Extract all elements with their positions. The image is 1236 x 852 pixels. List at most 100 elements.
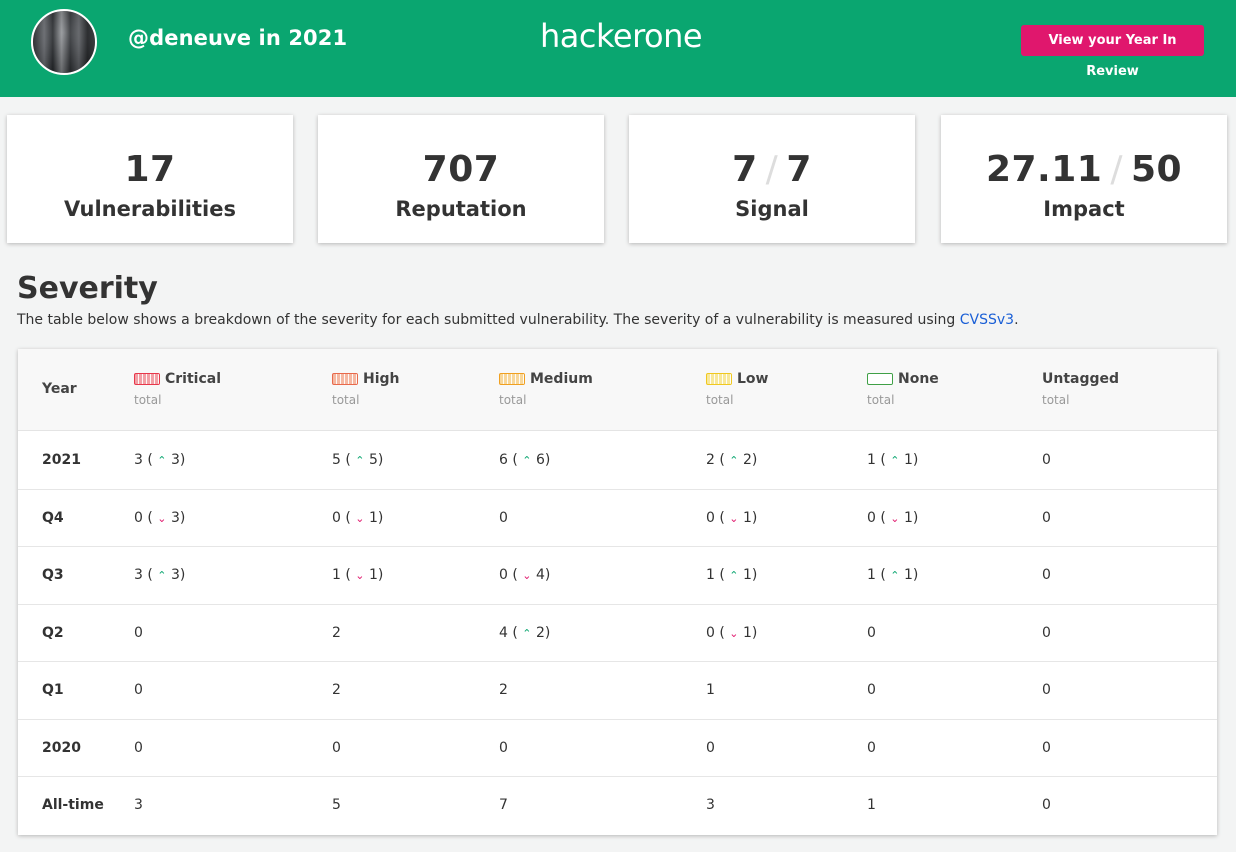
cvss-link[interactable]: CVSSv3 [960, 312, 1014, 328]
cell-value: 1 [332, 567, 341, 583]
trend-down-icon: ⌄ [729, 511, 739, 525]
column-header-label: None [898, 371, 939, 387]
table-cell: 0 [867, 662, 876, 719]
cell-value: 0 [706, 624, 715, 641]
trend-up-icon: ⌃ [890, 569, 900, 582]
table-cell: 0 [1042, 605, 1051, 662]
column-subheader: total [499, 393, 527, 407]
cell-value: 0 [499, 509, 508, 526]
cell-value: 1 [867, 797, 876, 813]
column-subheader: total [1042, 393, 1070, 407]
table-cell: 0 [706, 720, 715, 777]
trend-down-icon: ⌄ [355, 569, 365, 582]
table-cell: 0 ( ⌄ 4) [499, 567, 551, 583]
table-cell: 0 [1042, 490, 1051, 547]
cell-delta: 3 [170, 452, 180, 468]
table-row: 2020 0 0 0 0 0 0 [18, 720, 1217, 777]
table-row: 2021 3 ( ⌃ 3) 5 ( ⌃ 5) 6 ( ⌃ 6) 2 ( ⌃ 2) 1 ( … [18, 432, 1217, 490]
cell-value: 1 [867, 567, 876, 583]
cell-delta: 1 [903, 452, 913, 468]
trend-up-icon: ⌃ [890, 454, 900, 467]
trend-up-icon: ⌃ [729, 569, 739, 582]
table-cell: 5 ( ⌃ 5) [332, 452, 384, 468]
column-header-critical: Critical total [134, 369, 221, 407]
column-subheader: total [134, 393, 162, 407]
table-cell: 7 [499, 777, 508, 834]
table-cell: 2 [332, 605, 341, 662]
table-cell: 0 ( ⌄ 1) [332, 509, 384, 526]
cell-value: 0 [706, 739, 715, 756]
table-cell: 0 ( ⌄ 3) [134, 509, 186, 526]
cell-delta: 2 [742, 452, 752, 468]
row-label: 2020 [42, 739, 81, 756]
cell-value: 0 [1042, 567, 1051, 583]
cell-value: 7 [499, 797, 508, 813]
stat-card-reputation: 707 Reputation [318, 115, 604, 243]
table-cell: 0 [134, 720, 143, 777]
cell-value: 0 [134, 739, 143, 756]
column-subheader: total [332, 393, 360, 407]
trend-up-icon: ⌃ [522, 454, 532, 467]
column-header-low: Low total [706, 369, 768, 407]
stat-label: Vulnerabilities [64, 197, 236, 221]
trend-up-icon: ⌃ [157, 454, 167, 467]
stat-label: Reputation [395, 197, 527, 221]
column-subheader: total [867, 393, 895, 407]
trend-down-icon: ⌄ [522, 569, 532, 582]
cell-value: 2 [332, 682, 341, 698]
cell-value: 0 [867, 682, 876, 698]
table-cell: 0 [1042, 777, 1051, 834]
column-header-label: Critical [165, 371, 222, 387]
cell-delta: 1 [742, 624, 752, 641]
table-row: Q3 3 ( ⌃ 3) 1 ( ⌄ 1) 0 ( ⌄ 4) 1 ( ⌃ 1) 1 ( ⌃ … [18, 547, 1217, 605]
column-header-untagged: Untagged total [1042, 369, 1119, 407]
cell-value: 4 [499, 624, 508, 641]
table-row: Q1 0 2 2 1 0 0 [18, 662, 1217, 720]
cell-delta: 2 [535, 624, 545, 641]
cell-value: 1 [706, 682, 715, 698]
trend-down-icon: ⌄ [157, 511, 167, 525]
cell-value: 0 [1042, 452, 1051, 468]
table-cell: 0 ( ⌄ 1) [867, 509, 919, 526]
row-label: Q3 [42, 567, 64, 583]
column-header-label: Low [737, 371, 769, 387]
row-label: Q2 [42, 624, 64, 641]
cell-delta: 1 [368, 567, 378, 583]
table-cell: 2 [332, 662, 341, 719]
view-year-in-review-button[interactable]: View your Year In Review [1021, 25, 1204, 79]
table-cell: 0 [499, 720, 508, 777]
table-row: Q4 0 ( ⌄ 3) 0 ( ⌄ 1) 0 0 ( ⌄ 1) 0 ( ⌄ 1) 0 [18, 490, 1217, 547]
cell-value: 0 [706, 509, 715, 526]
table-header: Year Critical total High total Medium total Lo… [18, 349, 1217, 431]
trend-up-icon: ⌃ [522, 626, 532, 640]
stat-card-impact: 27.11/50 Impact [941, 115, 1227, 243]
cell-value: 0 [134, 509, 143, 526]
cell-value: 0 [134, 682, 143, 698]
table-cell: 1 ( ⌄ 1) [332, 567, 384, 583]
table-cell: 1 ( ⌃ 1) [706, 567, 758, 583]
cell-value: 0 [1042, 682, 1051, 698]
table-cell: 2 [499, 662, 508, 719]
cell-value: 2 [499, 682, 508, 698]
cell-delta: 1 [903, 567, 913, 583]
cell-value: 0 [1042, 739, 1051, 756]
hackerone-logo[interactable]: hackerone [540, 17, 703, 55]
severity-low-icon [706, 373, 732, 385]
cell-value: 5 [332, 452, 341, 468]
cell-value: 0 [867, 739, 876, 756]
cell-value: 1 [706, 567, 715, 583]
cell-value: 0 [867, 509, 876, 526]
cell-value: 0 [1042, 624, 1051, 641]
severity-critical-icon [134, 373, 160, 385]
severity-medium-icon [499, 373, 525, 385]
severity-high-icon [332, 373, 358, 385]
column-header-none: None total [867, 369, 939, 407]
table-cell: 3 [706, 777, 715, 834]
stat-card-signal: 7/7 Signal [629, 115, 915, 243]
cell-delta: 1 [903, 509, 913, 526]
avatar[interactable] [31, 9, 97, 75]
cell-delta: 1 [368, 509, 378, 526]
table-cell: 0 [867, 605, 876, 662]
table-cell: 0 [134, 662, 143, 719]
stat-value: 17 [124, 149, 176, 190]
